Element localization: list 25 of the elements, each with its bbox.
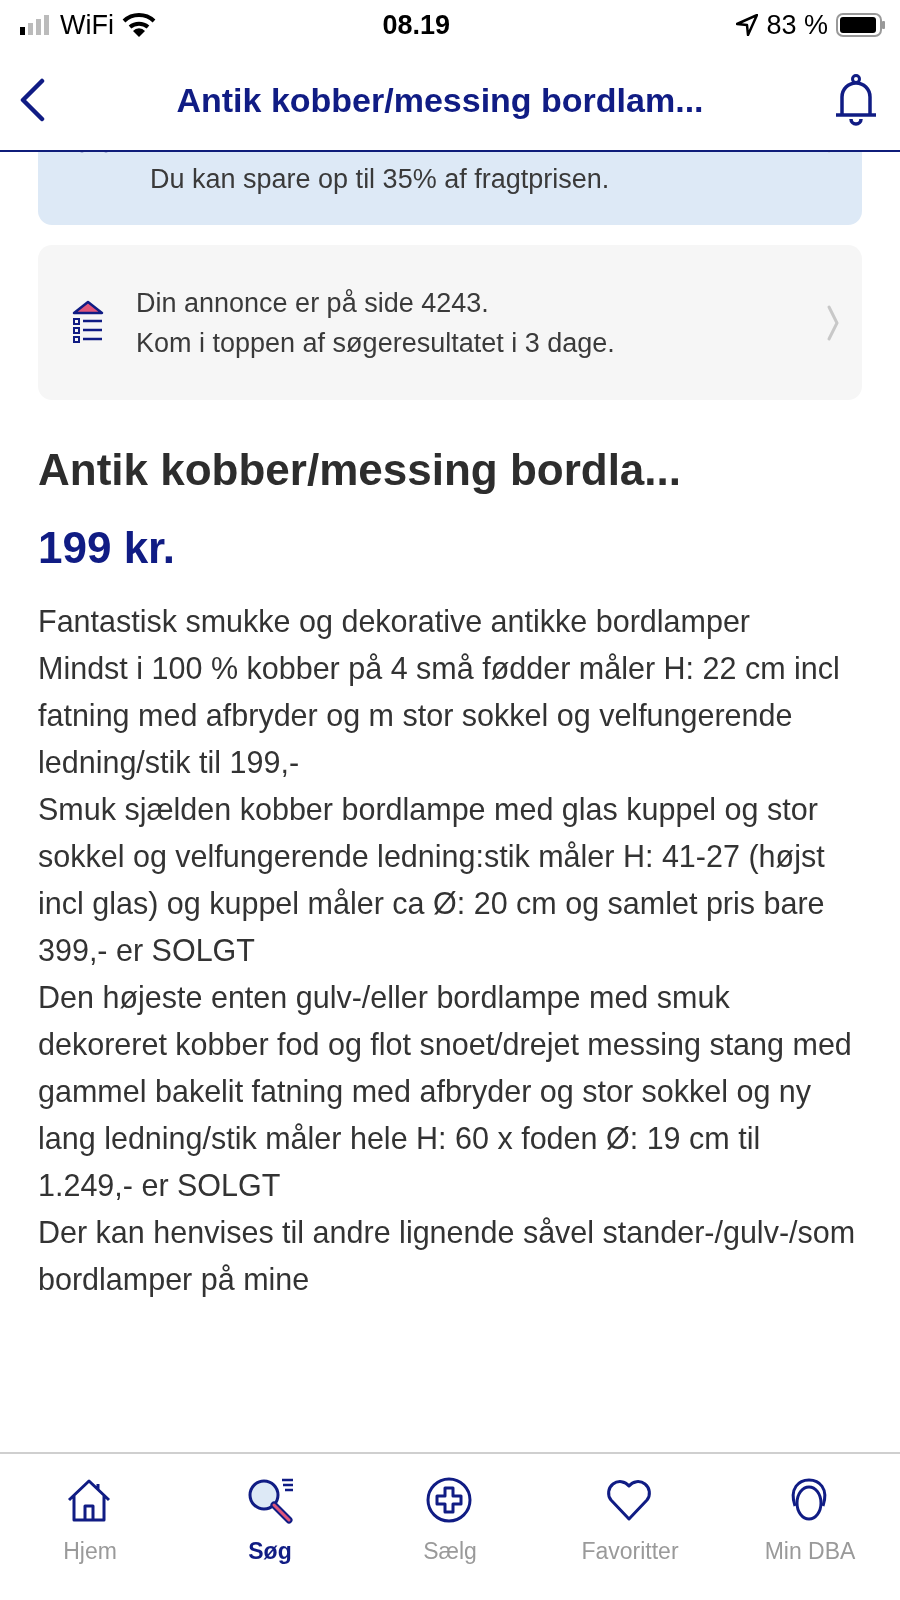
page-title: Antik kobber/messing bordlam... [175, 79, 705, 121]
battery-icon [836, 12, 886, 38]
battery-percent: 83 % [766, 8, 828, 42]
tab-item[interactable]: Min DBA [720, 1454, 900, 1600]
notice-card[interactable]: Din annonce er på side 4243. Kom i toppen af søgeresultatet i 3 dage. [38, 245, 862, 400]
notice-text: Din annonce er på side 4243. [136, 286, 490, 320]
carrier-name: WiFi [60, 8, 114, 42]
tab-item[interactable]: Sælg [360, 1454, 540, 1600]
description-paragraph: Fantastisk smukke og dekorative antikke bordlamper [38, 603, 751, 641]
listing-title: Antik kobber/messing bordla... [38, 444, 682, 496]
notice-card[interactable]: Du kan spare op til 35% af fragtprisen. [38, 152, 862, 225]
description-paragraph: Mindst i 100 % kobber på 4 små fødder måler H: 22 cm incl fatning med afbryder og m stor sokkel og velfungerende ledning/stik til 199,- [38, 650, 841, 782]
status-time: 08.19 [381, 8, 451, 42]
location-icon [736, 14, 759, 36]
listing-price: 199 kr. [38, 522, 177, 574]
notice-text: Kom i toppen af søgeresultatet i 3 dage. [136, 326, 616, 360]
tab-item[interactable]: Søg [180, 1454, 360, 1600]
tab-item[interactable]: Hjem [0, 1454, 180, 1600]
description-paragraph: Den højeste enten gulv-/eller bordlampe med smuk dekoreret kobber fod og flot snoet/drejet messing stang med gammel bakelit fatning med afbryder og stor sokkel og ny lang ledning/stik måler hele H: 60 x foden Ø: 19 cm til 1.249,- er SOLGT [38, 979, 853, 1204]
description-paragraph: Smuk sjælden kobber bordlampe med glas kuppel og stor sokkel og velfungerende ledning:stik måler H: 41-27 (højst incl glas) og kuppel måler ca Ø: 20 cm og samlet pris bare 399,- er SOLGT [38, 791, 826, 969]
wifi-icon [122, 12, 156, 38]
signal-icon [20, 15, 52, 35]
notice-text: Du kan spare op til 35% af fragtprisen. [150, 163, 611, 196]
tab-item[interactable]: Favoritter [540, 1454, 720, 1600]
description-paragraph: Der kan henvises til andre lignende såvel stander-/gulv-/som bordlamper på mine [38, 1214, 857, 1299]
